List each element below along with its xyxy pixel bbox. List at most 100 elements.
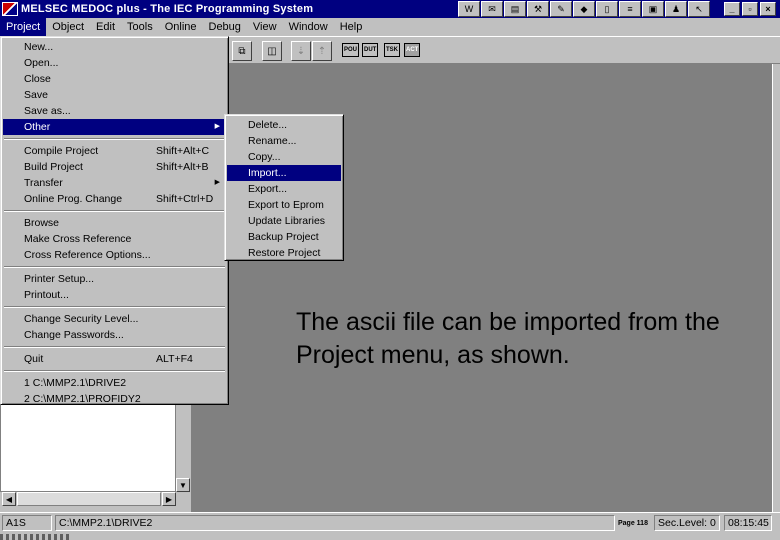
menu-item-label: Save as... [24,105,71,117]
menu-item-label: 1 C:\MMP2.1\DRIVE2 [24,377,127,389]
menu-item-label: Browse [24,217,60,229]
menu-item-label: Open... [24,57,59,69]
app-icon[interactable]: ▣ [642,1,664,17]
menu-item-browse[interactable]: Browse [3,215,226,231]
menu-item-transfer[interactable]: Transfer ▶ [3,175,226,191]
submenu-arrow-icon: ▶ [214,123,220,130]
sort-down-icon[interactable]: ⇣ [291,41,311,61]
menu-item-import[interactable]: Import... [227,165,341,181]
menu-help[interactable]: Help [334,18,369,36]
menu-item-shortcut: Shift+Alt+B [156,161,209,173]
scroll-down-icon[interactable]: ▼ [176,478,190,492]
scroll-left-icon[interactable]: ◀ [2,492,16,506]
scroll-thumb[interactable] [17,492,161,506]
note-icon[interactable]: ≡ [619,1,641,17]
figure-icon[interactable]: ♟ [665,1,687,17]
menu-item-printout[interactable]: Printout... [3,287,226,303]
menu-item-label: Build Project [24,161,83,173]
act-button[interactable]: ACT [404,43,421,57]
menu-item-other[interactable]: Other ▶ [3,119,226,135]
menu-separator [3,303,226,311]
menu-item-change-security-level[interactable]: Change Security Level... [3,311,226,327]
menu-item-cross-reference-options[interactable]: Cross Reference Options... [3,247,226,263]
menu-item-delete[interactable]: Delete... [227,117,341,133]
menu-item-rename[interactable]: Rename... [227,133,341,149]
menu-item-export-to-eprom[interactable]: Export to Eprom [227,197,341,213]
menu-item-compile-project[interactable]: Compile Project Shift+Alt+C [3,143,226,159]
scroll-right-icon[interactable]: ▶ [162,492,176,506]
status-page-number: Page 118 [618,520,648,527]
mail-icon[interactable]: ✉ [481,1,503,17]
maximize-button[interactable]: ▫ [742,2,758,16]
menu-object[interactable]: Object [46,18,90,36]
menu-item-save[interactable]: Save [3,87,226,103]
menu-item-build-project[interactable]: Build Project Shift+Alt+B [3,159,226,175]
menu-online[interactable]: Online [159,18,203,36]
project-menu: New... Open... Close Save Save as... Oth… [0,36,229,405]
minimize-button[interactable]: _ [724,2,740,16]
menu-item-recent-1[interactable]: 1 C:\MMP2.1\DRIVE2 [3,375,226,391]
horizontal-scrollbar[interactable]: ◀ ▶ [2,492,176,506]
menu-separator [3,367,226,375]
menu-item-make-cross-reference[interactable]: Make Cross Reference [3,231,226,247]
menu-item-open[interactable]: Open... [3,55,226,71]
menu-item-label: Transfer [24,177,63,189]
menu-item-label: Change Passwords... [24,329,124,341]
tools-icon[interactable]: ⚒ [527,1,549,17]
menu-item-close[interactable]: Close [3,71,226,87]
menu-item-printer-setup[interactable]: Printer Setup... [3,271,226,287]
menu-item-export[interactable]: Export... [227,181,341,197]
menu-item-change-passwords[interactable]: Change Passwords... [3,327,226,343]
menu-item-shortcut: ALT+F4 [156,353,193,365]
close-button[interactable]: × [760,2,776,16]
app-logo-icon[interactable] [2,2,18,16]
menu-tools[interactable]: Tools [121,18,159,36]
menu-item-online-prog-change[interactable]: Online Prog. Change Shift+Ctrl+D [3,191,226,207]
vertical-scrollbar[interactable]: ▼ [176,404,190,494]
menu-item-label: New... [24,41,54,53]
menu-item-label: 2 C:\MMP2.1\PROFIDY2 [24,393,141,405]
menu-item-label: Printout... [24,289,69,301]
w-icon[interactable]: W [458,1,480,17]
dut-button[interactable]: DUT [362,43,379,57]
menu-view[interactable]: View [247,18,283,36]
sort-up-icon[interactable]: ⇡ [312,41,332,61]
menu-bar: Project Object Edit Tools Online Debug V… [0,18,780,36]
navigator-tree[interactable] [0,404,176,492]
menu-item-restore-project[interactable]: Restore Project [227,245,341,261]
title-bar: MELSEC MEDOC plus - The IEC Programming … [0,0,780,18]
menu-separator [3,343,226,351]
menu-separator [3,207,226,215]
file-icon[interactable]: ▯ [596,1,618,17]
copy-icon[interactable]: ⧉ [232,41,252,61]
chart-icon[interactable]: ▤ [504,1,526,17]
status-bar: A1S C:\MMP2.1\DRIVE2 Page 118 Sec.Level:… [0,512,780,540]
menu-item-update-libraries[interactable]: Update Libraries [227,213,341,229]
menu-item-new[interactable]: New... [3,39,226,55]
menu-separator [3,263,226,271]
paint-icon[interactable]: ✎ [550,1,572,17]
pou-button[interactable]: POU [342,43,360,57]
menu-edit[interactable]: Edit [90,18,121,36]
pointer-icon[interactable]: ↖ [688,1,710,17]
menu-project[interactable]: Project [0,18,47,36]
menu-debug[interactable]: Debug [203,18,247,36]
menu-item-recent-2[interactable]: 2 C:\MMP2.1\PROFIDY2 [3,391,226,407]
menu-item-label: Quit [24,353,44,365]
taskbar-edge [0,534,70,540]
status-plc-type: A1S [2,515,52,531]
right-edge [772,64,780,512]
layers-icon[interactable]: ◫ [262,41,282,61]
menu-item-backup-project[interactable]: Backup Project [227,229,341,245]
tsk-button[interactable]: TSK [384,43,400,57]
status-project-path: C:\MMP2.1\DRIVE2 [55,515,615,531]
menu-item-copy[interactable]: Copy... [227,149,341,165]
diamond-icon[interactable]: ◆ [573,1,595,17]
menu-item-label: Compile Project [24,145,99,157]
window-controls: _ ▫ × [724,2,776,16]
menu-item-save-as[interactable]: Save as... [3,103,226,119]
menu-window[interactable]: Window [283,18,334,36]
menu-item-shortcut: Shift+Ctrl+D [156,193,214,205]
menu-item-quit[interactable]: Quit ALT+F4 [3,351,226,367]
annotation-text: The ascii file can be imported from the … [296,308,720,369]
